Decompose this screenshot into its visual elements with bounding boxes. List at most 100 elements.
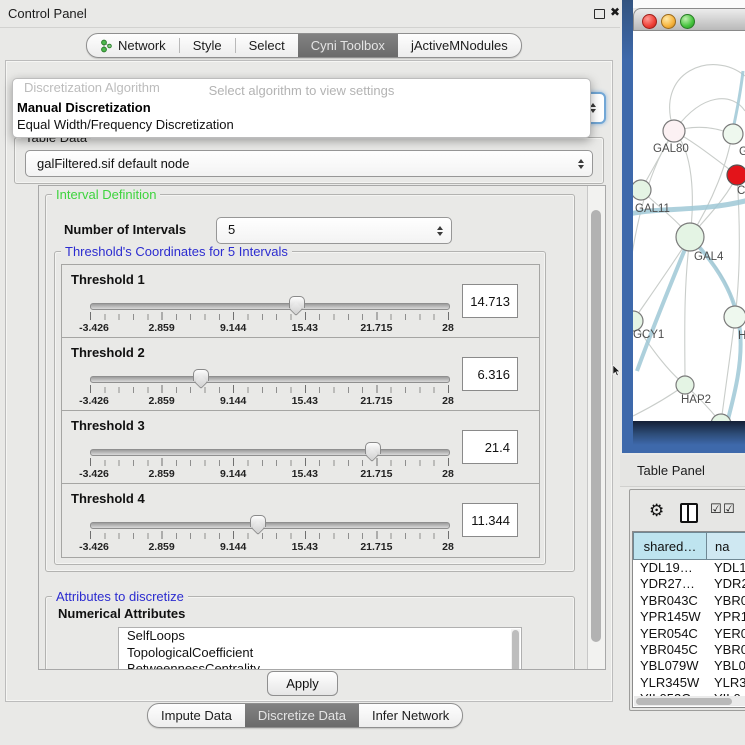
checkbox-checked-icon[interactable]: ☑ bbox=[723, 502, 735, 517]
threshold-value-field[interactable]: 21.4 bbox=[462, 430, 518, 464]
node-label: GCY1 bbox=[633, 329, 664, 341]
tab-select[interactable]: Select bbox=[236, 34, 298, 57]
tick-label: 28 bbox=[442, 322, 454, 334]
table-row[interactable]: YLR345WYLR3 bbox=[633, 675, 745, 691]
network-node[interactable] bbox=[723, 124, 743, 144]
cell: YBR0 bbox=[714, 593, 745, 609]
cell: YBL0 bbox=[714, 658, 745, 674]
slider-thumb[interactable] bbox=[193, 369, 209, 381]
slider-track[interactable] bbox=[90, 303, 450, 310]
scrollbar-thumb[interactable] bbox=[636, 698, 732, 705]
slider-ticks bbox=[90, 312, 450, 320]
cell: YPR145W bbox=[640, 609, 701, 625]
list-item[interactable]: TopologicalCoefficient bbox=[119, 645, 521, 662]
gear-icon[interactable]: ⚙ bbox=[649, 501, 664, 521]
desktop-strip bbox=[633, 0, 745, 8]
slider-track[interactable] bbox=[90, 522, 450, 529]
tick-label: 28 bbox=[442, 541, 454, 553]
close-icon[interactable]: ✖ bbox=[610, 5, 620, 19]
cell: YDR27… bbox=[640, 576, 695, 592]
tab-label: Select bbox=[249, 38, 285, 53]
table-data-combobox[interactable]: galFiltered.sif default node bbox=[25, 150, 593, 177]
scrollbar-thumb[interactable] bbox=[512, 630, 519, 670]
table-row[interactable]: YDR27…YDR2 bbox=[633, 576, 745, 592]
tab-infer-network[interactable]: Infer Network bbox=[359, 704, 462, 727]
settings-scrollbar[interactable] bbox=[587, 186, 605, 669]
threshold-value-field[interactable]: 11.344 bbox=[462, 503, 518, 537]
network-node-gcy1[interactable] bbox=[633, 311, 643, 331]
cell: YER0 bbox=[714, 626, 745, 642]
table-header-row: shared… na bbox=[633, 532, 745, 560]
threshold-value-field[interactable]: 14.713 bbox=[462, 284, 518, 318]
slider-track[interactable] bbox=[90, 449, 450, 456]
close-traffic-light[interactable] bbox=[642, 14, 657, 29]
tab-cyni-toolbox[interactable]: Cyni Toolbox bbox=[298, 34, 398, 57]
network-canvas[interactable]: GAL80 G C GAL11 GAL4 GCY1 H HAP2 bbox=[633, 31, 745, 421]
dropdown-option-manual[interactable]: Manual Discretization bbox=[17, 100, 151, 115]
settings-scroll-area: Interval Definition Number of Intervals … bbox=[38, 185, 606, 670]
tab-impute-data[interactable]: Impute Data bbox=[148, 704, 245, 727]
list-scrollbar[interactable] bbox=[511, 629, 520, 670]
threshold-slider[interactable]: -3.426 2.859 9.144 15.43 21.715 28 bbox=[86, 514, 452, 554]
list-item[interactable]: SelfLoops bbox=[119, 628, 521, 645]
network-window-titlebar[interactable] bbox=[633, 8, 745, 31]
num-intervals-value: 5 bbox=[228, 222, 235, 237]
apply-button[interactable]: Apply bbox=[267, 671, 338, 696]
slider-ticks bbox=[90, 385, 450, 393]
scrollbar-thumb[interactable] bbox=[591, 210, 601, 642]
tick-label: -3.426 bbox=[79, 395, 109, 407]
tab-network[interactable]: Network bbox=[87, 34, 179, 57]
tick-label: 2.859 bbox=[148, 322, 174, 334]
tick-label: -3.426 bbox=[79, 322, 109, 334]
table-row[interactable]: YDL19…YDL1 bbox=[633, 560, 745, 576]
threshold-value-field[interactable]: 6.316 bbox=[462, 357, 518, 391]
columns-icon[interactable] bbox=[680, 503, 698, 523]
tab-label: Impute Data bbox=[161, 708, 232, 723]
tab-jactivemnodules[interactable]: jActiveMNodules bbox=[398, 34, 521, 57]
slider-track[interactable] bbox=[90, 376, 450, 383]
threshold-title: Threshold 2 bbox=[71, 345, 145, 360]
threshold-slider[interactable]: -3.426 2.859 9.144 15.43 21.715 28 bbox=[86, 441, 452, 481]
float-window-icon[interactable] bbox=[594, 9, 605, 19]
slider-thumb[interactable] bbox=[289, 296, 305, 308]
table-row[interactable]: YBR045CYBR0 bbox=[633, 642, 745, 658]
tab-discretize-data[interactable]: Discretize Data bbox=[245, 704, 359, 727]
table-row[interactable]: YPR145WYPR1 bbox=[633, 609, 745, 625]
threshold-title: Threshold 1 bbox=[71, 272, 145, 287]
tab-label: Discretize Data bbox=[258, 708, 346, 723]
dropdown-option-equal-width[interactable]: Equal Width/Frequency Discretization bbox=[17, 117, 234, 132]
network-node-hap2[interactable] bbox=[676, 376, 694, 394]
threshold-panel: Threshold 2 -3.426 2.859 9.144 15.43 21.… bbox=[61, 337, 540, 412]
node-label: G bbox=[739, 146, 745, 158]
column-header-name[interactable]: na bbox=[707, 532, 745, 560]
threshold-slider[interactable]: -3.426 2.859 9.144 15.43 21.715 28 bbox=[86, 368, 452, 408]
threshold-title: Threshold 4 bbox=[71, 491, 145, 506]
minimize-traffic-light[interactable] bbox=[661, 14, 676, 29]
threshold-panel: Threshold 4 -3.426 2.859 9.144 15.43 21.… bbox=[61, 483, 540, 558]
table-horizontal-scrollbar[interactable] bbox=[634, 696, 745, 706]
column-header-shared-name[interactable]: shared… bbox=[633, 532, 707, 560]
slider-ticks bbox=[90, 531, 450, 539]
table-row[interactable]: YBL079WYBL0 bbox=[633, 658, 745, 674]
checkbox-checked-icon[interactable]: ☑ bbox=[710, 502, 722, 517]
tab-style[interactable]: Style bbox=[180, 34, 235, 57]
node-label: H bbox=[738, 330, 745, 342]
table-row[interactable]: YER054CYER0 bbox=[633, 626, 745, 642]
num-intervals-spinner[interactable]: 5 bbox=[216, 217, 452, 244]
table-panel: ⚙ ☑ ☑ shared… na YDL19…YDL1 YDR27…YDR2 Y… bbox=[629, 489, 745, 711]
network-node-gal4[interactable] bbox=[676, 223, 704, 251]
network-node-gal11[interactable] bbox=[633, 180, 651, 200]
threshold-panel: Threshold 3 -3.426 2.859 9.144 15.43 21.… bbox=[61, 410, 540, 485]
zoom-traffic-light[interactable] bbox=[680, 14, 695, 29]
network-node-gal80[interactable] bbox=[663, 120, 685, 142]
network-node-selected-red[interactable] bbox=[727, 165, 745, 185]
list-item[interactable]: BetweennessCentrality bbox=[119, 661, 521, 670]
network-graph: GAL80 G C GAL11 GAL4 GCY1 H HAP2 bbox=[633, 31, 745, 421]
slider-thumb[interactable] bbox=[365, 442, 381, 454]
table-row[interactable]: YBR043CYBR0 bbox=[633, 593, 745, 609]
tick-label: 28 bbox=[442, 468, 454, 480]
threshold-slider[interactable]: -3.426 2.859 9.144 15.43 21.715 28 bbox=[86, 295, 452, 335]
network-node[interactable] bbox=[724, 306, 745, 328]
cell: YLR3 bbox=[714, 675, 745, 691]
slider-thumb[interactable] bbox=[250, 515, 266, 527]
